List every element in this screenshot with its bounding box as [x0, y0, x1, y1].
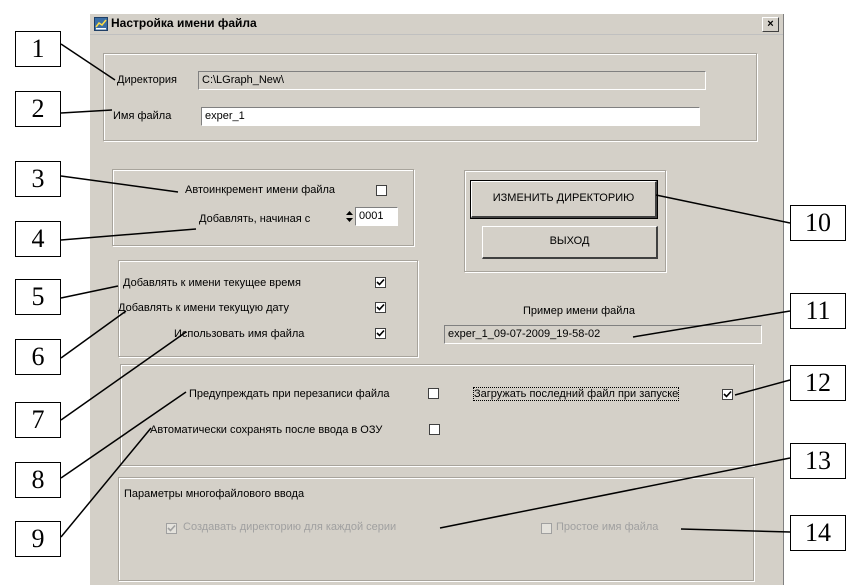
- callout-14: 14: [790, 515, 846, 551]
- warn-overwrite-checkbox[interactable]: [428, 388, 439, 399]
- callout-4: 4: [15, 221, 61, 257]
- options-group: [120, 364, 754, 466]
- check-icon: [376, 303, 385, 311]
- load-last-label: Загружать последний файл при запуске: [472, 387, 680, 401]
- warn-overwrite-label: Предупреждать при перезаписи файла: [189, 388, 390, 400]
- change-directory-button[interactable]: ИЗМЕНИТЬ ДИРЕКТОРИЮ: [470, 180, 658, 219]
- callout-5: 5: [15, 279, 61, 315]
- autosave-label: Автоматически сохранять после ввода в ОЗ…: [150, 424, 383, 436]
- autosave-checkbox[interactable]: [429, 424, 440, 435]
- window-title: Настройка имени файла: [111, 16, 257, 30]
- simple-name-label: Простое имя файла: [556, 521, 659, 533]
- callout-11: 11: [790, 293, 846, 329]
- dialog-window: Настройка имени файла × Директория C:\LG…: [89, 14, 784, 585]
- file-name-input[interactable]: exper_1: [201, 107, 700, 126]
- auto-increment-checkbox[interactable]: [376, 185, 387, 196]
- start-from-label: Добавлять, начиная с: [199, 213, 311, 225]
- callout-9: 9: [15, 521, 61, 557]
- start-value-input[interactable]: 0001: [355, 207, 398, 226]
- use-file-name-checkbox[interactable]: [375, 328, 386, 339]
- append-time-checkbox[interactable]: [375, 277, 386, 288]
- callout-2: 2: [15, 91, 61, 127]
- callout-7: 7: [15, 402, 61, 438]
- file-name-label: Имя файла: [113, 110, 172, 122]
- check-icon: [376, 278, 385, 286]
- callout-1: 1: [15, 31, 61, 67]
- callout-12: 12: [790, 365, 846, 401]
- close-button[interactable]: ×: [762, 17, 779, 32]
- auto-increment-label: Автоинкремент имени файла: [185, 184, 336, 196]
- callout-3: 3: [15, 161, 61, 197]
- directory-group: [103, 53, 757, 141]
- append-date-label: Добавлять к имени текущую дату: [118, 302, 290, 314]
- append-date-checkbox[interactable]: [375, 302, 386, 313]
- title-bar[interactable]: Настройка имени файла ×: [90, 14, 783, 35]
- example-field: exper_1_09-07-2009_19-58-02: [444, 325, 762, 344]
- callout-6: 6: [15, 339, 61, 375]
- simple-name-checkbox[interactable]: [541, 523, 552, 534]
- callout-10: 10: [790, 205, 846, 241]
- use-file-name-label: Использовать имя файла: [174, 328, 305, 340]
- load-last-checkbox[interactable]: [722, 389, 733, 400]
- check-icon: [376, 329, 385, 337]
- callout-8: 8: [15, 462, 61, 498]
- example-label: Пример имени файла: [523, 305, 635, 317]
- check-icon: [167, 524, 176, 532]
- app-icon: [94, 17, 108, 31]
- callout-13: 13: [790, 443, 846, 479]
- append-time-label: Добавлять к имени текущее время: [123, 277, 301, 289]
- directory-label: Директория: [117, 74, 178, 86]
- directory-field: C:\LGraph_New\: [198, 71, 706, 90]
- exit-button[interactable]: ВЫХОД: [482, 226, 658, 259]
- create-dir-label: Создавать директорию для каждой серии: [183, 521, 397, 533]
- start-spinner[interactable]: [344, 207, 355, 226]
- check-icon: [723, 390, 732, 398]
- multifile-title: Параметры многофайлового ввода: [124, 488, 305, 500]
- create-dir-checkbox[interactable]: [166, 523, 177, 534]
